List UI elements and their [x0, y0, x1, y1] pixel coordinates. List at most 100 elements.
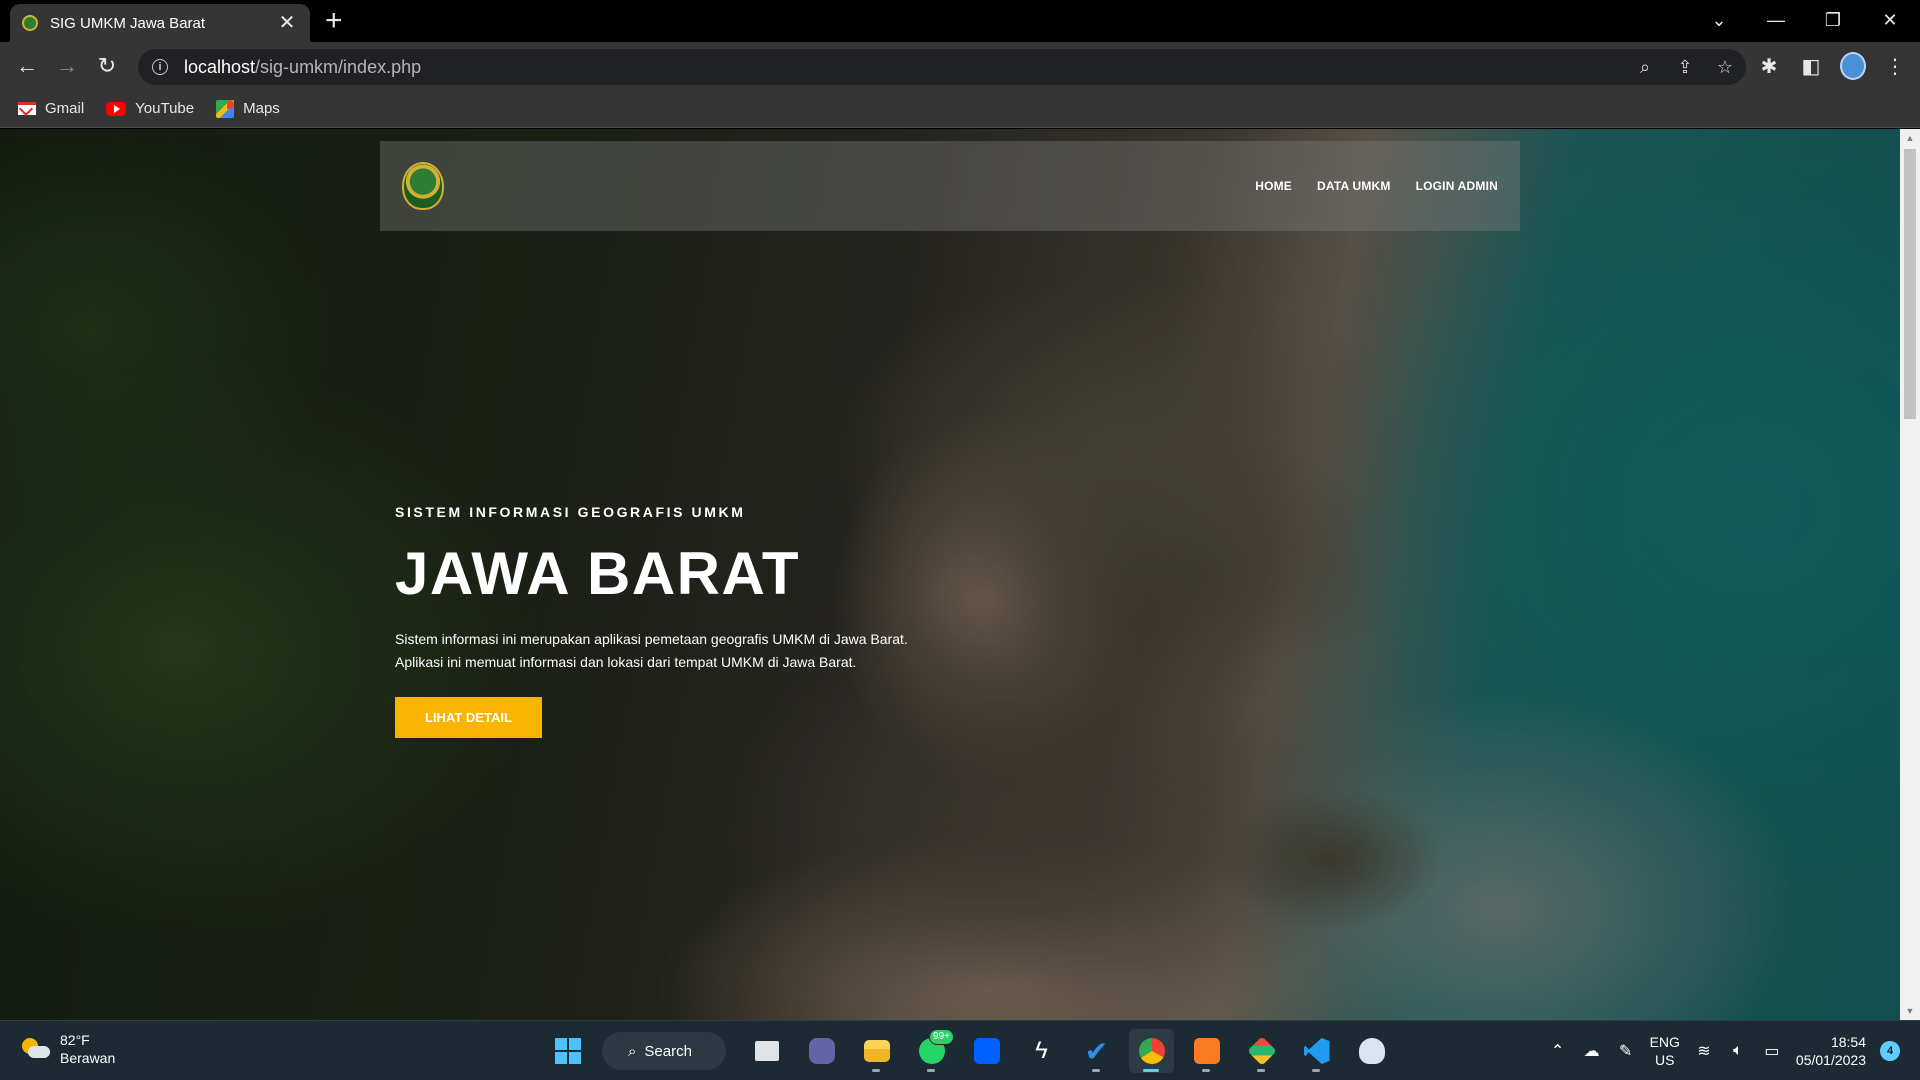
- back-button[interactable]: ←: [11, 50, 43, 82]
- url-host: localhost: [184, 56, 256, 77]
- todo-button[interactable]: ✔: [1074, 1029, 1119, 1073]
- weather-condition: Berawan: [60, 1050, 116, 1066]
- postgres-button[interactable]: [1349, 1029, 1394, 1073]
- hero-description: Sistem informasi ini merupakan aplikasi …: [395, 631, 908, 670]
- clock[interactable]: 18:54 05/01/2023: [1796, 1033, 1866, 1069]
- hero-title: JAWA BARAT: [395, 540, 800, 607]
- bookmark-maps[interactable]: Maps: [216, 99, 280, 118]
- nav-home[interactable]: HOME: [1255, 179, 1292, 193]
- bookmark-gmail[interactable]: Gmail: [18, 100, 84, 117]
- volume-icon[interactable]: 🔈︎: [1728, 1042, 1748, 1060]
- xampp-button[interactable]: [1184, 1029, 1229, 1073]
- onedrive-cloud-icon[interactable]: ☁: [1582, 1041, 1602, 1061]
- checkmark-icon: ✔: [1084, 1035, 1109, 1067]
- browser-tabstrip: SIG UMKM Jawa Barat ✕ + ⌄ — ❐ ✕: [0, 0, 1920, 42]
- chevron-down-icon[interactable]: ⌄: [1692, 0, 1746, 40]
- file-explorer-button[interactable]: [854, 1029, 899, 1073]
- nav-login-admin[interactable]: LOGIN ADMIN: [1416, 179, 1498, 193]
- site-menu: HOME DATA UMKM LOGIN ADMIN: [1255, 179, 1498, 193]
- profile-avatar[interactable]: [1840, 50, 1866, 82]
- window-close-button[interactable]: ✕: [1863, 0, 1917, 40]
- taskbar-search[interactable]: ⌕ Search: [602, 1032, 726, 1070]
- toolbar-actions: ✱ ◧ ⋮: [1756, 50, 1908, 82]
- terminal-app-button[interactable]: ϟ: [1019, 1029, 1064, 1073]
- whatsapp-button[interactable]: 99+: [909, 1029, 954, 1073]
- xampp-icon: [1193, 1038, 1220, 1064]
- jabar-logo-icon: [22, 15, 38, 31]
- start-button[interactable]: [545, 1029, 590, 1073]
- restore-button[interactable]: ❐: [1806, 0, 1860, 40]
- browser-toolbar: ← → ↻ i localhost/sig-umkm/index.php ⌕ ⇪…: [0, 42, 1920, 90]
- hero-content: SISTEM INFORMASI GEOGRAFIS UMKM JAWA BAR…: [395, 504, 955, 738]
- avatar: [1840, 52, 1866, 80]
- extensions-icon[interactable]: ✱: [1756, 50, 1782, 82]
- site-navbar: HOME DATA UMKM LOGIN ADMIN: [380, 141, 1520, 231]
- clock-date: 05/01/2023: [1795, 1052, 1866, 1068]
- weather-widget[interactable]: 82°F Berawan: [20, 1031, 115, 1067]
- address-bar[interactable]: i localhost/sig-umkm/index.php ⌕ ⇪ ☆: [138, 49, 1746, 85]
- sourcetree-button[interactable]: [1239, 1029, 1284, 1073]
- scroll-thumb[interactable]: [1904, 149, 1916, 419]
- info-icon[interactable]: i: [152, 59, 168, 75]
- vscode-button[interactable]: [1294, 1029, 1339, 1073]
- dropbox-button[interactable]: [964, 1029, 1009, 1073]
- dropbox-icon: [973, 1038, 1000, 1064]
- scroll-up-arrow-icon[interactable]: ▲: [1900, 129, 1920, 147]
- bookmark-star-icon[interactable]: ☆: [1714, 57, 1736, 78]
- bookmark-label: Gmail: [45, 100, 85, 117]
- folder-icon: [863, 1040, 890, 1062]
- side-panel-icon[interactable]: ◧: [1798, 50, 1824, 82]
- page-scrollbar[interactable]: ▲ ▼: [1900, 129, 1920, 1020]
- gmail-icon: [18, 102, 36, 115]
- jabar-logo-icon[interactable]: [402, 162, 444, 210]
- reload-button[interactable]: ↻: [91, 50, 123, 82]
- system-tray: ⌃ ☁ ✎ ENG US ≋ 🔈︎ ▭ 18:54 05/01/2023 4: [1548, 1021, 1900, 1080]
- lihat-detail-button[interactable]: LIHAT DETAIL: [395, 697, 542, 738]
- search-label: Search: [644, 1042, 692, 1060]
- language-line2: US: [1655, 1052, 1675, 1068]
- search-icon: ⌕: [628, 1042, 637, 1060]
- menu-kebab-icon[interactable]: ⋮: [1882, 50, 1908, 82]
- zoom-icon[interactable]: ⌕: [1634, 57, 1656, 78]
- hero-kicker: SISTEM INFORMASI GEOGRAFIS UMKM: [395, 504, 746, 520]
- pen-menu-icon[interactable]: ✎: [1616, 1041, 1636, 1061]
- close-icon[interactable]: ✕: [276, 12, 298, 34]
- teams-chat-button[interactable]: [799, 1029, 844, 1073]
- minimize-button[interactable]: —: [1749, 0, 1803, 40]
- chrome-button[interactable]: [1129, 1029, 1174, 1073]
- bookmark-label: Maps: [243, 100, 280, 117]
- hero-overlay: [0, 129, 1920, 1020]
- language-line1: ENG: [1649, 1034, 1680, 1050]
- wifi-icon[interactable]: ≋: [1694, 1041, 1714, 1061]
- git-icon: [1246, 1036, 1277, 1066]
- windows-logo-icon: [554, 1038, 581, 1064]
- partly-cloudy-icon: [20, 1036, 50, 1062]
- weather-text: 82°F Berawan: [60, 1031, 115, 1067]
- forward-button[interactable]: →: [51, 50, 83, 82]
- tab-title: SIG UMKM Jawa Barat: [50, 14, 206, 32]
- new-tab-button[interactable]: +: [325, 6, 343, 36]
- battery-icon[interactable]: ▭: [1762, 1041, 1782, 1061]
- bolt-icon: ϟ: [1035, 1037, 1048, 1064]
- chat-icon: [808, 1038, 835, 1064]
- bookmark-label: YouTube: [135, 100, 195, 117]
- share-icon[interactable]: ⇪: [1674, 57, 1696, 78]
- browser-tab[interactable]: SIG UMKM Jawa Barat ✕: [10, 4, 310, 42]
- task-view-button[interactable]: [744, 1029, 789, 1073]
- maps-icon: [216, 99, 235, 118]
- bookmark-youtube[interactable]: YouTube: [106, 100, 194, 117]
- elephant-icon: [1358, 1038, 1385, 1064]
- bookmarks-bar: Gmail YouTube Maps: [0, 90, 1920, 128]
- vscode-icon: [1303, 1038, 1330, 1064]
- chevron-up-icon[interactable]: ⌃: [1548, 1041, 1568, 1061]
- youtube-icon: [106, 101, 127, 116]
- url-path: /sig-umkm/index.php: [255, 56, 422, 77]
- nav-data-umkm[interactable]: DATA UMKM: [1317, 179, 1391, 193]
- chrome-icon: [1138, 1038, 1165, 1064]
- language-indicator[interactable]: ENG US: [1650, 1033, 1680, 1069]
- taskbar-apps: ⌕ Search 99+ ϟ ✔: [545, 1029, 1394, 1073]
- scroll-down-arrow-icon[interactable]: ▼: [1900, 1002, 1920, 1020]
- notification-badge[interactable]: 4: [1880, 1041, 1900, 1061]
- task-view-icon: [754, 1041, 779, 1061]
- windows-taskbar: 82°F Berawan ⌕ Search 99+ ϟ ✔ ⌃ ☁ ✎ ENG …: [0, 1020, 1920, 1080]
